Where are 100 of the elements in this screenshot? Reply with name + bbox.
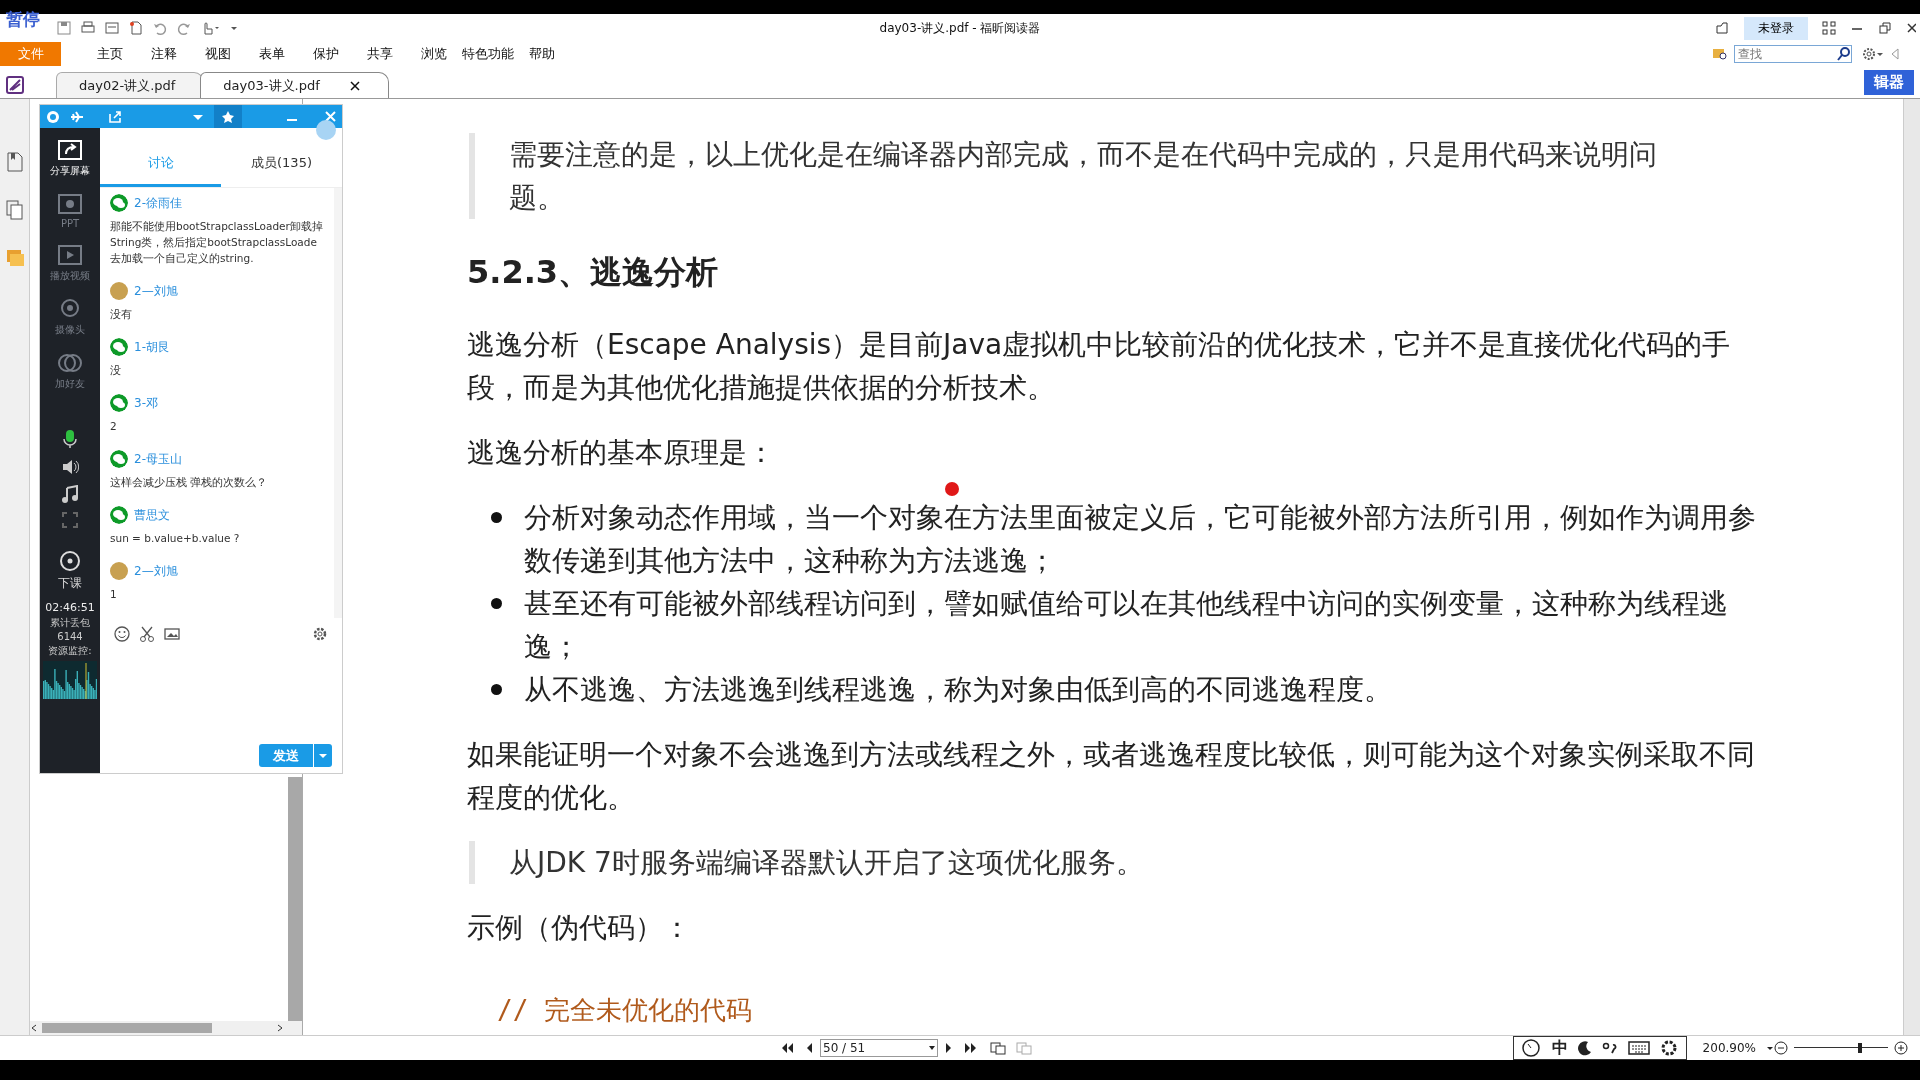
bullet-icon	[491, 598, 502, 609]
scrollbar[interactable]	[288, 777, 302, 1021]
bullet-icon	[491, 684, 502, 695]
sender-name[interactable]: 1-胡艮	[134, 338, 170, 356]
next-page-icon[interactable]	[944, 1041, 954, 1055]
scroll-right-icon[interactable]	[276, 1023, 284, 1033]
fullscreen-icon[interactable]	[62, 512, 78, 528]
menu-item[interactable]: 特色功能	[461, 42, 515, 66]
document-tab[interactable]: day03-讲义.pdf	[200, 72, 389, 98]
avatar	[110, 282, 128, 300]
scroll-left-icon[interactable]	[30, 1023, 38, 1033]
sender-name[interactable]: 曹思文	[134, 506, 170, 524]
print-icon[interactable]	[80, 20, 96, 36]
end-class-button[interactable]: 下课	[58, 575, 82, 592]
dropdown-icon[interactable]	[929, 1046, 935, 1050]
chat-app-icon	[110, 194, 128, 212]
list-item: 甚至还有可能被外部线程访问到，譬如赋值给可以在其他线程中访问的实例变量，这种称为线程逃逸；	[524, 586, 1729, 665]
sender-name[interactable]: 2-徐雨佳	[134, 194, 182, 212]
monitor-label: 资源监控:	[48, 645, 92, 656]
list-item: 分析对象动态作用域，当一个对象在方法里面被定义后，它可能被外部方法所引用，例如作为调用参数传递到其他方法中，这种称为方法逃逸；	[524, 500, 1757, 579]
zoom-level[interactable]: 200.90%	[1702, 1041, 1756, 1055]
horizontal-scrollbar[interactable]	[42, 1023, 212, 1033]
settings-icon[interactable]	[312, 626, 328, 642]
ppt-icon	[56, 192, 84, 216]
menu-item[interactable]: 浏览	[407, 42, 461, 66]
speaker-icon[interactable]	[61, 458, 79, 476]
moon-icon[interactable]	[1577, 1040, 1592, 1056]
search-icon[interactable]	[1836, 46, 1852, 62]
new-file-icon[interactable]	[128, 20, 144, 36]
chat-message: sun = b.value+b.value ?	[110, 531, 241, 546]
sender-name[interactable]: 3-邓	[134, 394, 158, 412]
save-icon[interactable]	[56, 20, 72, 36]
search-field[interactable]: 查找	[1734, 45, 1852, 63]
announcement-icon[interactable]	[316, 120, 336, 140]
sender-name[interactable]: 2—刘旭	[134, 562, 178, 580]
paragraph: 逃逸分析（Escape Analysis）是目前Java虚拟机中比较前沿的优化技术，它并不是直接优化代码的手段，而是为其他优化措施提供依据的分析技术。	[467, 327, 1732, 406]
music-icon[interactable]	[62, 485, 78, 503]
scrollbar[interactable]	[1903, 99, 1920, 1035]
paragraph: 示例（伪代码）：	[467, 910, 691, 946]
login-button[interactable]: 未登录	[1744, 16, 1808, 40]
menu-item[interactable]: 帮助	[515, 42, 569, 66]
microphone-icon[interactable]	[62, 429, 78, 449]
sidebar-tool[interactable]: 分享屏幕	[50, 138, 90, 178]
image-icon[interactable]	[164, 626, 180, 642]
end-class-icon[interactable]	[59, 550, 81, 572]
chat-message: 2	[110, 419, 118, 434]
chat-app-icon	[110, 338, 128, 356]
chat-message: 没有	[110, 307, 133, 322]
logo-icon[interactable]	[46, 109, 60, 124]
restore-icon[interactable]	[1878, 21, 1892, 35]
chat-message: 那能不能使用bootStrapclassLoader卸载掉String类，然后指定bootStrapclassLoade去加载一个自己定义的string.	[110, 219, 324, 266]
previous-view-icon[interactable]	[990, 1041, 1006, 1055]
chat-message: 没	[110, 363, 122, 378]
keyboard-icon[interactable]	[1627, 1040, 1650, 1056]
emoji-icon[interactable]	[114, 626, 130, 642]
share-screen-icon	[56, 138, 84, 162]
scissors-icon[interactable]	[140, 626, 154, 642]
last-page-icon[interactable]	[964, 1041, 978, 1055]
page-number-field[interactable]: 50 / 51	[820, 1039, 938, 1057]
input-method-toolbar[interactable]: 中	[1512, 1036, 1687, 1060]
paragraph: 如果能证明一个对象不会逃逸到方法或线程之外，或者逃逸程度比较低，则可能为这个对象实例采取不同程度的优化。	[467, 737, 1756, 816]
export-icon[interactable]	[108, 109, 122, 124]
menu-item[interactable]: 主页	[83, 42, 137, 66]
close-icon[interactable]	[1906, 21, 1916, 35]
zoom-in-icon[interactable]	[1894, 1041, 1908, 1055]
pin-icon[interactable]	[221, 109, 235, 124]
zoom-out-icon[interactable]	[1774, 1041, 1788, 1055]
menu-item[interactable]: 注释	[137, 42, 191, 66]
network-graph	[43, 661, 97, 699]
chat-message: 这样会减少压栈 弹栈的次数么？	[110, 475, 269, 490]
close-tab-icon[interactable]	[349, 80, 360, 91]
language-toggle[interactable]: 中	[1551, 1037, 1568, 1059]
menu-item[interactable]: 共享	[353, 42, 407, 66]
panel-tab[interactable]: 成员(135)	[221, 154, 342, 187]
share-icon[interactable]	[1714, 20, 1730, 36]
zoom-slider[interactable]	[1794, 1043, 1888, 1053]
friend-icon	[56, 351, 84, 375]
menu-item[interactable]: 视图	[191, 42, 245, 66]
folder-search-icon[interactable]	[1712, 46, 1728, 62]
bookmark-icon[interactable]	[4, 151, 25, 173]
menu-item[interactable]: 表单	[245, 42, 299, 66]
settings-icon[interactable]	[1659, 1039, 1678, 1057]
list-item: 从不逃逸、方法逃逸到线程逃逸，称为对象由低到高的不同逃逸程度。	[524, 672, 1392, 708]
plane-icon[interactable]	[70, 109, 84, 124]
sender-name[interactable]: 2—刘旭	[134, 282, 178, 300]
pages-icon[interactable]	[4, 199, 25, 221]
laser-pointer-dot	[945, 482, 959, 496]
settings-icon[interactable]	[1862, 46, 1884, 62]
sender-name[interactable]: 2-母玉山	[134, 450, 182, 468]
quote-text: 需要注意的是，以上优化是在编译器内部完成，而不是在代码中完成的，只是用代码来说明问题。	[469, 133, 1709, 219]
avatar	[110, 562, 128, 580]
chat-app-icon	[110, 506, 128, 524]
chat-app-icon	[110, 450, 128, 468]
gauge-icon[interactable]	[1521, 1039, 1542, 1057]
first-page-icon[interactable]	[780, 1041, 794, 1055]
window-title: day03-讲义.pdf - 福昕阅读器	[879, 21, 1041, 35]
grid-icon[interactable]	[1822, 21, 1836, 35]
menu-item[interactable]: 保护	[299, 42, 353, 66]
punctuation-icon[interactable]	[1601, 1040, 1618, 1056]
editor-button[interactable]: 辑器	[1864, 70, 1914, 95]
